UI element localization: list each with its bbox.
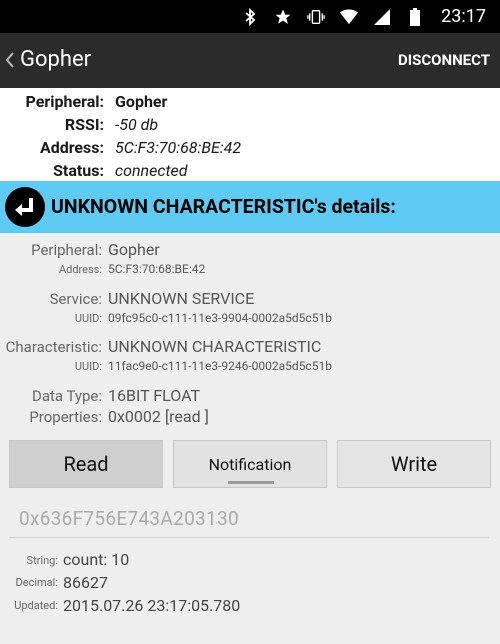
hex-value-field[interactable]: 0x636F756E743A203130 xyxy=(9,497,489,538)
detail-datatype-label: Data Type: xyxy=(31,387,102,405)
address-label: Address: xyxy=(39,138,104,157)
signal-icon xyxy=(373,8,391,26)
peripheral-info: Peripheral: Gopher RSSI: -50 db Address:… xyxy=(0,88,500,181)
write-button[interactable]: Write xyxy=(337,440,491,488)
notification-button[interactable]: Notification xyxy=(173,440,327,488)
updated-value: 2015.07.26 23:17:05.780 xyxy=(63,596,241,615)
peripheral-value: Gopher xyxy=(115,92,168,111)
app-title[interactable]: Gopher xyxy=(20,47,91,72)
decimal-value: 86627 xyxy=(63,573,108,592)
detail-characteristic-value: UNKNOWN CHARACTERISTIC xyxy=(108,337,322,356)
banner-title: UNKNOWN CHARACTERISTIC's details: xyxy=(51,195,396,218)
detail-datatype-value: 16BIT FLOAT xyxy=(108,386,201,405)
status-label: Status: xyxy=(53,161,104,180)
rssi-label: RSSI: xyxy=(64,115,104,134)
detail-address-value: 5C:F3:70:68:BE:42 xyxy=(108,262,206,276)
notification-button-label: Notification xyxy=(208,454,292,474)
updated-label: Updated: xyxy=(14,599,58,612)
write-button-label: Write xyxy=(390,452,438,476)
disconnect-button[interactable]: DISCONNECT xyxy=(398,51,490,69)
notification-indicator xyxy=(228,481,274,484)
hex-value-text: 0x636F756E743A203130 xyxy=(19,507,239,530)
action-bar: Gopher DISCONNECT xyxy=(0,33,500,88)
detail-service-value: UNKNOWN SERVICE xyxy=(108,289,255,308)
star-icon xyxy=(274,8,292,26)
peripheral-row: Peripheral: Gopher xyxy=(0,92,500,115)
peripheral-label: Peripheral: xyxy=(25,92,104,111)
characteristic-banner: UNKNOWN CHARACTERISTIC's details: xyxy=(0,181,500,233)
detail-properties-value: 0x0002 [read ] xyxy=(108,407,209,426)
status-clock: 23:17 xyxy=(441,6,486,27)
status-bar: 23:17 xyxy=(0,0,500,33)
detail-service-uuid-label: UUID: xyxy=(74,312,102,325)
decimal-label: Decimal: xyxy=(15,576,58,589)
detail-peripheral-label: Peripheral: xyxy=(31,241,102,259)
bluetooth-icon xyxy=(241,7,259,26)
vibrate-icon xyxy=(307,8,325,26)
string-value: count: 10 xyxy=(63,550,130,569)
detail-service-label: Service: xyxy=(49,290,102,308)
detail-characteristic-label: Characteristic: xyxy=(5,338,102,356)
detail-peripheral-value: Gopher xyxy=(108,240,160,259)
address-row: Address: 5C:F3:70:68:BE:42 xyxy=(0,138,500,161)
battery-icon xyxy=(406,7,424,26)
read-button[interactable]: Read xyxy=(9,440,163,488)
return-icon[interactable] xyxy=(5,187,45,227)
status-value: connected xyxy=(115,161,188,180)
detail-address-label: Address: xyxy=(58,263,102,276)
detail-char-uuid-value: 11fac9e0-c111-11e3-9246-0002a5d5c51b xyxy=(108,359,332,373)
rssi-value: -50 db xyxy=(115,115,159,134)
address-value: 5C:F3:70:68:BE:42 xyxy=(115,138,242,157)
wifi-icon xyxy=(340,8,359,26)
rssi-row: RSSI: -50 db xyxy=(0,115,500,138)
detail-char-uuid-label: UUID: xyxy=(74,360,102,373)
detail-service-uuid-value: 09fc95c0-c111-11e3-9904-0002a5d5c51b xyxy=(108,311,332,325)
string-label: String: xyxy=(26,554,58,567)
back-chevron-icon[interactable] xyxy=(4,47,18,73)
read-button-label: Read xyxy=(63,452,109,476)
detail-properties-label: Properties: xyxy=(29,408,102,426)
